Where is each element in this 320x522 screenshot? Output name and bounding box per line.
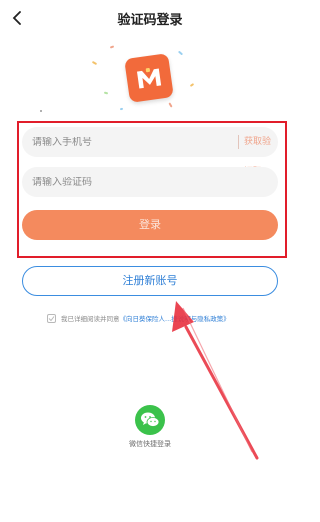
wechat-login-button[interactable] xyxy=(135,405,165,435)
field-divider xyxy=(238,135,239,149)
get-code-button[interactable]: 获取验证码 xyxy=(244,127,278,177)
app-logo-m-icon xyxy=(136,67,162,89)
app-logo xyxy=(124,53,174,103)
agreement-text: 我已详细阅读并同意 xyxy=(61,315,120,323)
check-icon xyxy=(48,315,55,321)
agreement-checkbox[interactable] xyxy=(47,313,56,323)
register-button[interactable]: 注册新账号 xyxy=(22,266,278,296)
code-input[interactable] xyxy=(32,176,202,188)
back-button[interactable] xyxy=(8,9,26,27)
phone-input[interactable] xyxy=(32,136,202,148)
page-title: 验证码登录 xyxy=(117,12,183,28)
code-field[interactable] xyxy=(22,167,278,197)
phone-field[interactable]: 获取验证码 xyxy=(22,127,278,177)
agreement-link[interactable]: 《向日葵保险人...捷说明与隐私政策》 xyxy=(120,313,230,323)
header-bar: 验证码登录 xyxy=(0,0,300,36)
wechat-icon xyxy=(141,412,160,427)
wechat-login-label: 微信快捷登录 xyxy=(129,440,171,448)
chevron-left-icon xyxy=(12,11,21,25)
agreement-row: 我已详细阅读并同意 《向日葵保险人...捷说明与隐私政策》 xyxy=(47,312,230,324)
login-button[interactable]: 登录 xyxy=(22,210,278,240)
